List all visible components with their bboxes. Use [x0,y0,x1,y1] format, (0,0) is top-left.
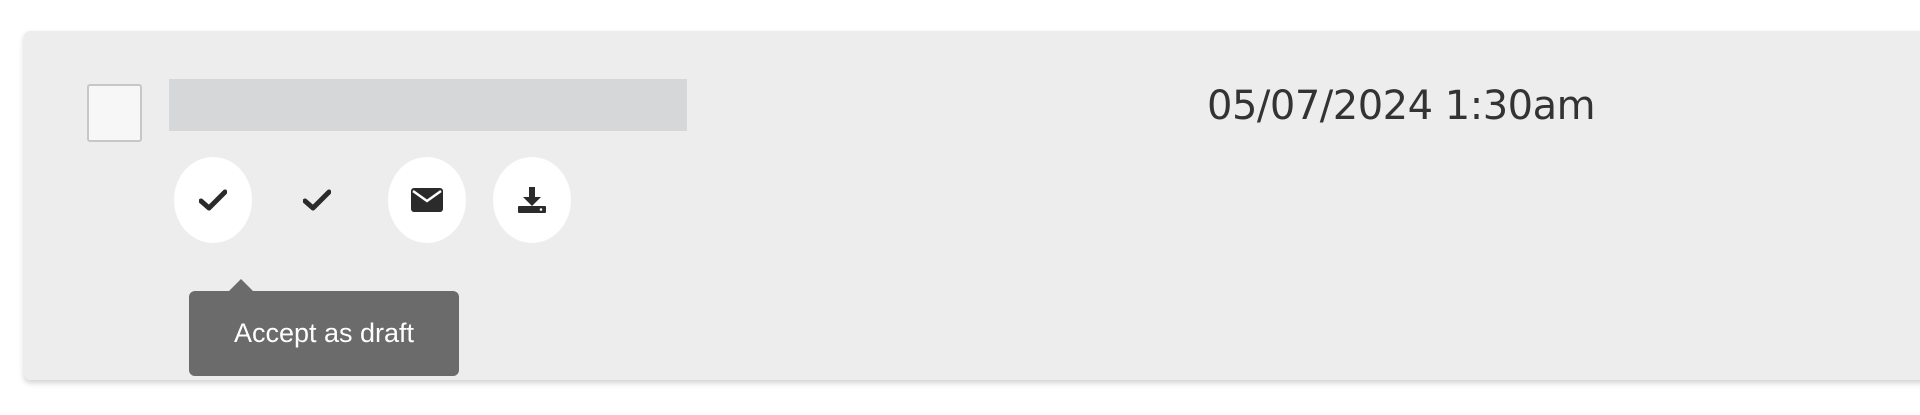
record-card: 05/07/2024 1:30am Accept as draft [24,31,1920,380]
select-checkbox[interactable] [87,84,142,142]
tooltip-arrow [229,279,253,291]
title-placeholder [169,79,687,131]
check-icon [199,189,227,211]
record-date: 05/07/2024 1:30am [1207,83,1596,129]
tooltip: Accept as draft [189,291,459,376]
envelope-icon [410,187,444,213]
download-icon [517,186,547,214]
download-button[interactable] [493,157,571,243]
check-icon [303,189,331,211]
tooltip-text: Accept as draft [233,318,415,348]
accept-as-draft-button[interactable] [174,157,252,243]
accept-button[interactable] [278,157,356,243]
email-button[interactable] [388,157,466,243]
